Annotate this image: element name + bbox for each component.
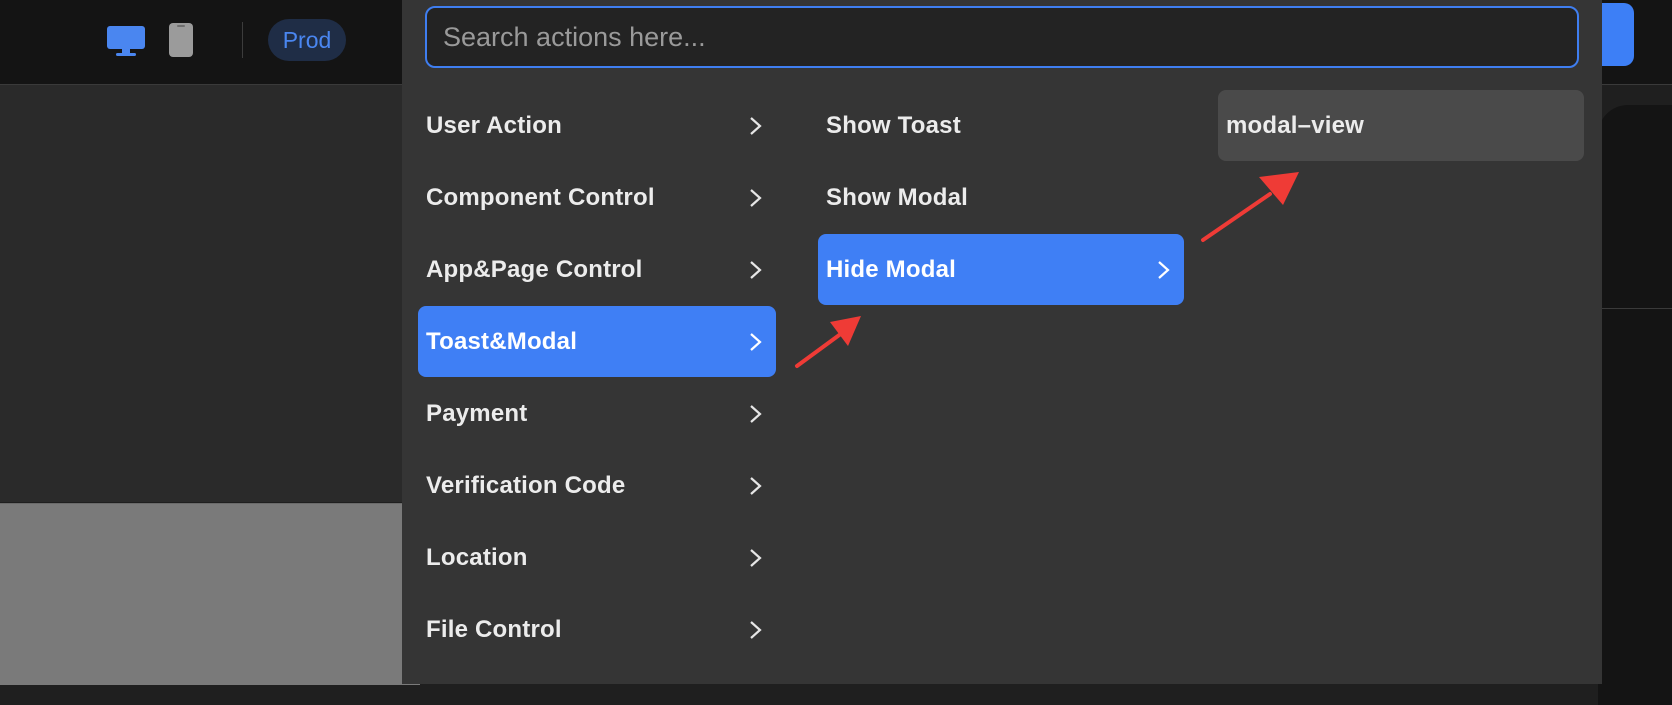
category-label: Verification Code	[426, 472, 626, 499]
action-label: Hide Modal	[826, 256, 957, 283]
category-label: App&Page Control	[426, 256, 643, 283]
category-item-file-control[interactable]: File Control	[418, 594, 776, 665]
category-item-verification-code[interactable]: Verification Code	[418, 450, 776, 521]
action-label: Show Toast	[826, 112, 961, 139]
action-list: Show Toast Show Modal Hide Modal	[818, 90, 1184, 306]
chevron-right-icon	[750, 261, 762, 279]
action-item-show-modal[interactable]: Show Modal	[818, 162, 1184, 233]
target-list: modal–view	[1218, 90, 1584, 162]
category-label: Payment	[426, 400, 528, 427]
right-panel-divider	[1598, 308, 1672, 309]
category-item-user-action[interactable]: User Action	[418, 90, 776, 161]
category-list: User Action Component Control App&Page C…	[418, 90, 776, 666]
desktop-icon	[107, 26, 145, 56]
editor-canvas	[0, 85, 420, 502]
category-item-component-control[interactable]: Component Control	[418, 162, 776, 233]
action-item-hide-modal[interactable]: Hide Modal	[818, 234, 1184, 305]
chevron-right-icon	[750, 621, 762, 639]
chevron-right-icon	[750, 549, 762, 567]
category-item-payment[interactable]: Payment	[418, 378, 776, 449]
canvas-preview-region	[0, 503, 420, 685]
category-item-app-page-control[interactable]: App&Page Control	[418, 234, 776, 305]
chevron-right-icon	[750, 117, 762, 135]
category-label: Location	[426, 544, 528, 571]
chevron-right-icon	[750, 189, 762, 207]
mobile-icon	[169, 23, 193, 57]
chevron-right-icon	[750, 333, 762, 351]
chevron-right-icon	[750, 405, 762, 423]
environment-badge[interactable]: Prod	[268, 19, 346, 61]
target-item-modal-view[interactable]: modal–view	[1218, 90, 1584, 161]
target-label: modal–view	[1226, 112, 1365, 139]
category-label: Toast&Modal	[426, 328, 578, 355]
category-label: File Control	[426, 616, 562, 643]
chevron-right-icon	[750, 477, 762, 495]
category-label: User Action	[426, 112, 563, 139]
search-actions-input[interactable]	[425, 6, 1579, 68]
category-item-toast-modal[interactable]: Toast&Modal	[418, 306, 776, 377]
toolbar-divider	[242, 22, 243, 58]
desktop-view-button[interactable]	[106, 24, 146, 58]
category-label: Component Control	[426, 184, 655, 211]
action-item-show-toast[interactable]: Show Toast	[818, 90, 1184, 161]
chevron-right-icon	[1158, 261, 1170, 279]
category-item-location[interactable]: Location	[418, 522, 776, 593]
mobile-view-button[interactable]	[168, 22, 194, 58]
action-picker-dropdown: User Action Component Control App&Page C…	[402, 0, 1602, 684]
action-label: Show Modal	[826, 184, 968, 211]
right-side-panel	[1598, 105, 1672, 705]
